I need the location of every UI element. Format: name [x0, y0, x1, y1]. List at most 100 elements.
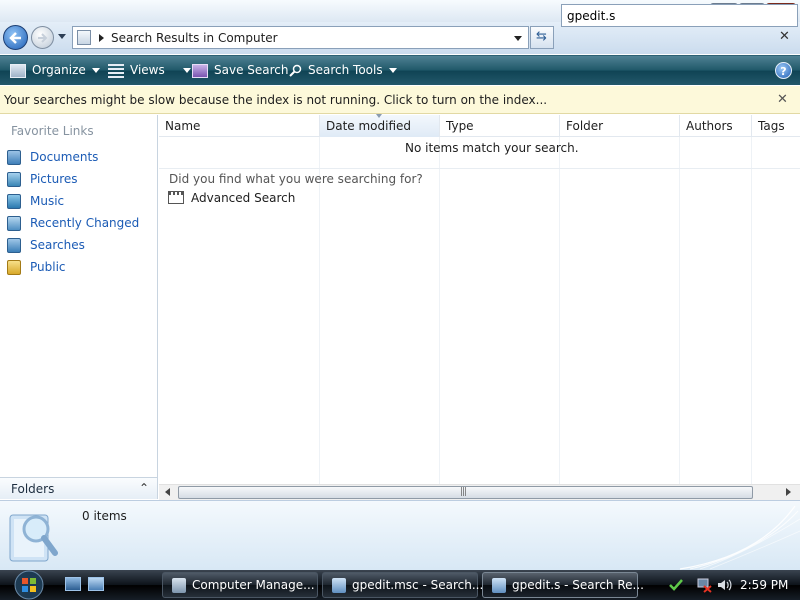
- forward-arrow-icon: [38, 33, 48, 43]
- refresh-icon: ⇆: [536, 29, 547, 44]
- help-icon[interactable]: ?: [775, 62, 792, 79]
- column-header-tags[interactable]: Tags: [752, 115, 800, 137]
- column-header-label: Date modified: [326, 119, 412, 133]
- column-divider: [679, 137, 680, 484]
- documents-icon: [7, 150, 21, 165]
- column-header-folder[interactable]: Folder: [560, 115, 680, 137]
- address-dropdown-icon[interactable]: [514, 36, 522, 41]
- grip-icon: |||: [460, 487, 467, 497]
- public-folder-icon: [7, 260, 21, 275]
- search-input[interactable]: [561, 4, 798, 27]
- organize-icon: [10, 63, 26, 78]
- search-tools-button[interactable]: Search Tools: [288, 63, 397, 78]
- folders-label: Folders: [11, 482, 55, 496]
- save-search-icon: [192, 63, 208, 78]
- music-icon: [7, 194, 21, 209]
- breadcrumb-arrow-icon[interactable]: [99, 34, 104, 42]
- column-header-row: Name Date modified Type Folder Authors T…: [159, 114, 800, 137]
- file-list: Name Date modified Type Folder Authors T…: [159, 114, 800, 484]
- sidebar-item-label: Public: [30, 260, 66, 274]
- taskbar-button-label: gpedit.s - Search Re...: [512, 578, 644, 592]
- info-bar-message[interactable]: Your searches might be slow because the …: [4, 93, 547, 107]
- advanced-search-label: Advanced Search: [191, 191, 296, 205]
- chevron-down-icon: [388, 68, 397, 73]
- views-label: Views: [130, 63, 165, 77]
- pictures-icon: [7, 172, 21, 187]
- search-folder-icon: [77, 30, 91, 45]
- switch-windows-icon[interactable]: [88, 577, 104, 591]
- scrollbar-thumb[interactable]: |||: [178, 486, 753, 499]
- back-arrow-icon: [9, 32, 21, 44]
- decorative-swoosh: [679, 505, 800, 570]
- forward-button[interactable]: [31, 26, 54, 49]
- item-count: 0 items: [82, 509, 127, 523]
- advanced-search-icon: [168, 191, 184, 204]
- chevron-down-icon: [91, 68, 100, 73]
- views-icon: [108, 63, 124, 78]
- folders-toggle[interactable]: Folders ⌃: [0, 477, 158, 499]
- column-header-label: Tags: [758, 119, 785, 133]
- taskbar-button-gpedit-s-search[interactable]: gpedit.s - Search Re...: [482, 572, 644, 598]
- chevron-down-icon: [182, 68, 191, 73]
- scroll-right-icon[interactable]: [786, 488, 791, 496]
- system-tray: 2:59 PM: [660, 570, 800, 600]
- command-toolbar: Organize Views Save Search Search Tools …: [0, 55, 800, 85]
- column-header-date-modified[interactable]: Date modified: [320, 114, 440, 137]
- taskbar-button-computer-management[interactable]: Computer Manage...: [162, 572, 318, 598]
- save-search-button[interactable]: Save Search: [192, 63, 289, 78]
- taskbar-button-gpedit-msc-search[interactable]: gpedit.msc - Search...: [322, 572, 483, 598]
- column-header-label: Folder: [566, 119, 604, 133]
- start-button[interactable]: [8, 570, 50, 600]
- column-header-label: Name: [165, 119, 201, 133]
- taskbar-button-label: Computer Manage...: [192, 578, 315, 592]
- network-disconnected-icon[interactable]: [696, 577, 712, 593]
- save-search-label: Save Search: [214, 63, 289, 77]
- column-divider: [751, 137, 752, 484]
- column-divider: [559, 137, 560, 484]
- sidebar-item-label: Searches: [30, 238, 85, 252]
- column-header-authors[interactable]: Authors: [680, 115, 752, 137]
- search-icon: [288, 64, 302, 78]
- taskbar-button-label: gpedit.msc - Search...: [352, 578, 484, 592]
- details-pane: 0 items: [0, 500, 800, 570]
- sort-indicator-icon: [376, 114, 382, 118]
- search-folder-icon: [332, 578, 346, 593]
- sidebar-item-label: Music: [30, 194, 65, 208]
- column-divider: [319, 137, 320, 484]
- column-header-label: Type: [446, 119, 474, 133]
- organize-button[interactable]: Organize: [10, 63, 100, 78]
- refresh-button[interactable]: ⇆: [530, 26, 554, 49]
- show-desktop-icon[interactable]: [65, 577, 81, 591]
- searches-icon: [7, 238, 21, 253]
- search-tools-label: Search Tools: [308, 63, 383, 77]
- favorite-links-header: Favorite Links: [11, 124, 94, 138]
- address-bar[interactable]: Search Results in Computer: [72, 26, 529, 49]
- breadcrumb[interactable]: Search Results in Computer: [111, 31, 278, 45]
- column-divider: [439, 137, 440, 484]
- did-you-find-text: Did you find what you were searching for…: [169, 172, 423, 186]
- column-header-name[interactable]: Name: [159, 115, 320, 137]
- close-icon[interactable]: ✕: [777, 92, 788, 107]
- scroll-left-icon[interactable]: [165, 488, 170, 496]
- recent-pages-dropdown[interactable]: [58, 34, 66, 39]
- computer-management-icon: [172, 578, 186, 593]
- index-info-bar[interactable]: Your searches might be slow because the …: [0, 86, 800, 114]
- clock[interactable]: 2:59 PM: [740, 578, 788, 592]
- volume-icon[interactable]: [716, 577, 732, 593]
- taskbar: Computer Manage... gpedit.msc - Search..…: [0, 570, 800, 600]
- divider: [159, 168, 800, 169]
- clear-search-icon[interactable]: ✕: [779, 29, 790, 44]
- horizontal-scrollbar[interactable]: |||: [159, 484, 800, 500]
- views-button[interactable]: Views: [108, 63, 191, 78]
- security-check-icon[interactable]: [668, 577, 684, 593]
- search-results-icon: [9, 514, 58, 562]
- search-folder-icon: [492, 578, 506, 593]
- navigation-pane: Favorite Links Documents Pictures Music …: [0, 115, 158, 477]
- sidebar-item-label: Recently Changed: [30, 216, 140, 230]
- back-button[interactable]: [3, 25, 28, 50]
- column-header-label: Authors: [686, 119, 733, 133]
- sidebar-item-label: Documents: [30, 150, 99, 164]
- empty-results-message: No items match your search.: [405, 141, 579, 155]
- column-header-type[interactable]: Type: [440, 115, 560, 137]
- organize-label: Organize: [32, 63, 86, 77]
